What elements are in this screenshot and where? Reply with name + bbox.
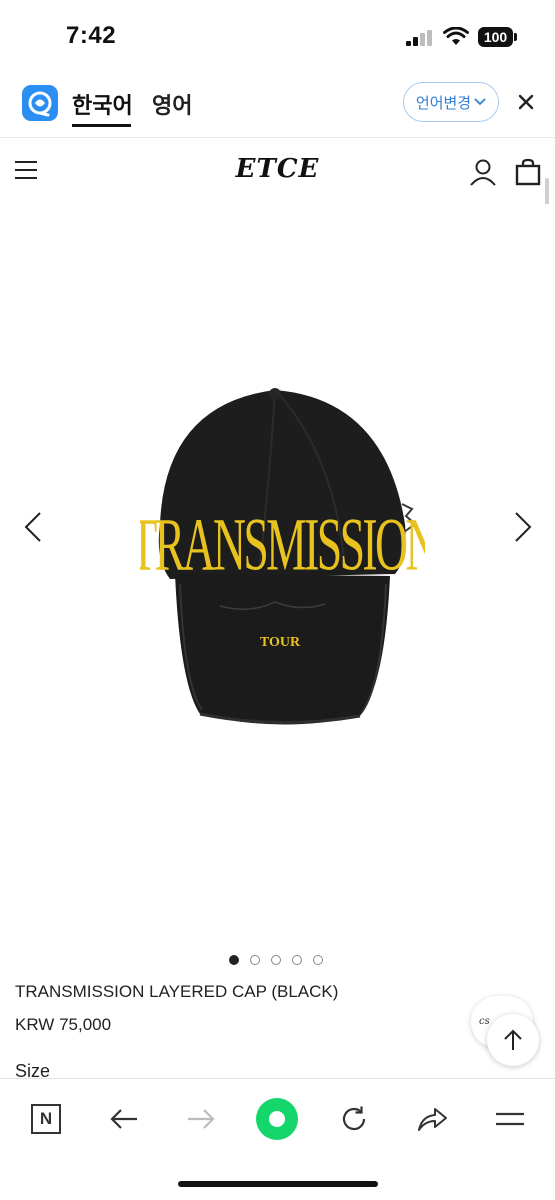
product-image-cap: TRANSMISSION TOUR: [140, 388, 425, 725]
home-indicator: [178, 1181, 378, 1187]
product-price: KRW 75,000: [15, 1015, 112, 1034]
reload-icon: [342, 1106, 366, 1131]
green-dot-icon: [256, 1098, 298, 1140]
change-language-label: 언어변경: [415, 94, 472, 112]
active-tab-indicator: [72, 124, 131, 127]
share-button[interactable]: [410, 1097, 454, 1141]
share-icon: [418, 1108, 447, 1131]
cap-embroidery-sub: TOUR: [260, 635, 301, 650]
account-icon[interactable]: [469, 158, 497, 186]
cellular-signal-icon: [406, 30, 432, 46]
site-header: ETCE: [0, 138, 555, 204]
product-title: TRANSMISSION LAYERED CAP (BLACK): [15, 982, 339, 1001]
status-bar: 7:42 100: [0, 0, 555, 70]
reload-button[interactable]: [332, 1097, 376, 1141]
scroll-to-top-button[interactable]: [487, 1014, 539, 1066]
menu-lines-icon: [496, 1112, 524, 1126]
chevron-left-icon[interactable]: [22, 511, 44, 543]
tab-korean[interactable]: 한국어: [72, 88, 133, 120]
chevron-right-icon[interactable]: [512, 511, 534, 543]
carousel-dot[interactable]: [229, 955, 239, 965]
green-dot-button[interactable]: [255, 1097, 299, 1141]
forward-button[interactable]: [179, 1097, 223, 1141]
naver-n-icon: N: [31, 1104, 61, 1134]
arrow-up-icon: [504, 1029, 522, 1050]
translate-bar: 한국어 영어 언어변경: [0, 70, 555, 138]
change-language-button[interactable]: 언어변경: [403, 82, 499, 122]
wifi-icon: [443, 27, 469, 45]
arrow-right-icon: [188, 1109, 215, 1129]
shopping-bag-icon[interactable]: [515, 158, 541, 186]
battery-level: 100: [478, 27, 513, 47]
cs-label: cs: [479, 1016, 490, 1027]
close-icon[interactable]: [514, 90, 538, 114]
chevron-down-icon: [474, 98, 486, 106]
carousel-dot[interactable]: [313, 955, 323, 965]
arrow-left-icon: [110, 1109, 137, 1129]
carousel-dot[interactable]: [250, 955, 260, 965]
back-button[interactable]: [102, 1097, 146, 1141]
status-time: 7:42: [66, 22, 117, 49]
product-gallery[interactable]: TRANSMISSION TOUR: [0, 204, 555, 944]
carousel-dot[interactable]: [292, 955, 302, 965]
tab-english[interactable]: 영어: [152, 88, 192, 120]
carousel-dot[interactable]: [271, 955, 281, 965]
battery-icon: 100: [478, 27, 518, 47]
carousel-pagination: [229, 955, 323, 965]
browser-menu-button[interactable]: [488, 1097, 532, 1141]
naver-home-button[interactable]: N: [24, 1097, 68, 1141]
cap-embroidery-main: TRANSMISSION: [140, 503, 425, 586]
translator-logo-icon: [22, 85, 58, 121]
